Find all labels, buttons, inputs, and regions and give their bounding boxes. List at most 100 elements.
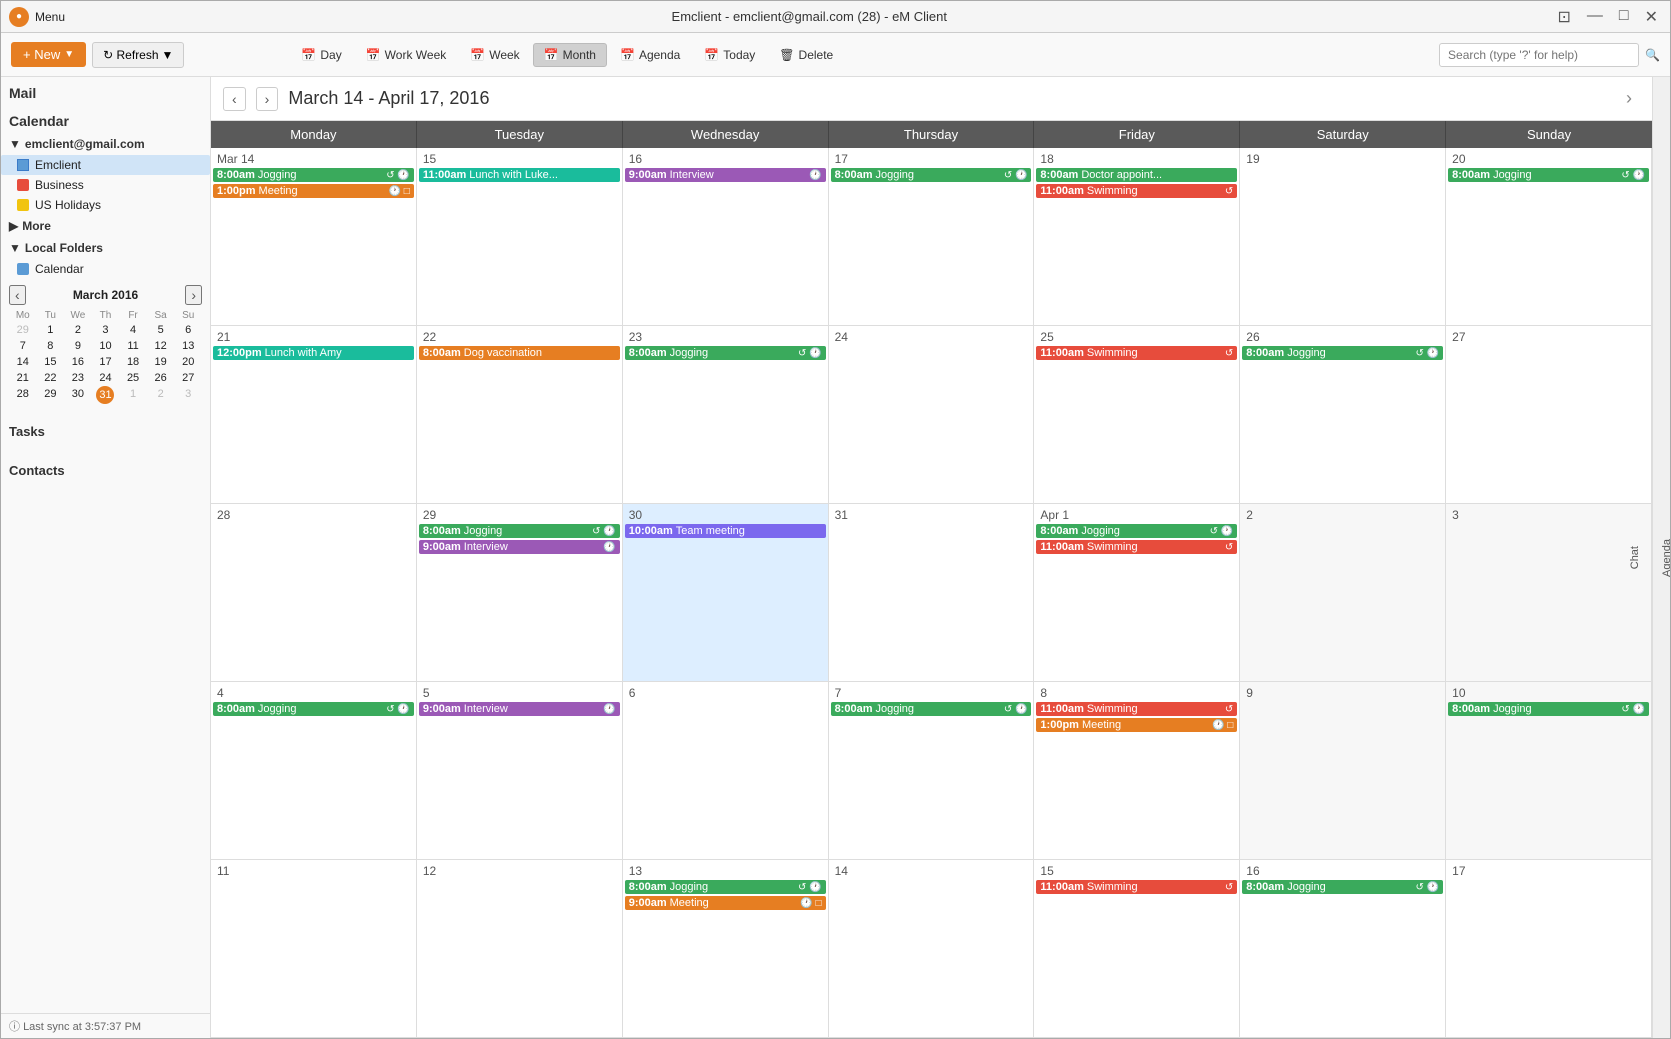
mini-cal-day[interactable]: 2: [64, 322, 92, 338]
cal-event[interactable]: 8:00amJogging↺ 🕐: [1448, 702, 1649, 716]
cal-event[interactable]: 8:00amJogging↺ 🕐: [1242, 880, 1443, 894]
local-folders-header[interactable]: ▼ Local Folders: [1, 237, 210, 259]
cal-event[interactable]: 8:00amDoctor appoint...: [1036, 168, 1237, 182]
mini-cal-day[interactable]: 11: [119, 338, 147, 354]
cal-cell[interactable]: 268:00amJogging↺ 🕐: [1240, 326, 1446, 504]
cal-event[interactable]: 8:00amJogging↺ 🕐: [1448, 168, 1649, 182]
month-view-button[interactable]: 📅 Month: [533, 43, 607, 67]
cal-cell[interactable]: Apr 18:00amJogging↺ 🕐11:00amSwimming↺: [1034, 504, 1240, 682]
cal-cell[interactable]: 17: [1446, 860, 1652, 1038]
cal-cell[interactable]: 108:00amJogging↺ 🕐: [1446, 682, 1652, 860]
cal-event[interactable]: 11:00amSwimming↺: [1036, 540, 1237, 554]
cal-cell[interactable]: 298:00amJogging↺ 🕐9:00amInterview🕐: [417, 504, 623, 682]
mini-cal-day[interactable]: 9: [64, 338, 92, 354]
cal-event[interactable]: 8:00amJogging↺ 🕐: [419, 524, 620, 538]
cal-cell[interactable]: 188:00amDoctor appoint...11:00amSwimming…: [1034, 148, 1240, 326]
mini-cal-day[interactable]: 17: [92, 354, 120, 370]
cal-cell[interactable]: 78:00amJogging↺ 🕐: [829, 682, 1035, 860]
week-view-button[interactable]: 📅 Week: [459, 43, 530, 67]
cal-event[interactable]: 8:00amJogging↺ 🕐: [1036, 524, 1237, 538]
account-group-header[interactable]: ▼ emclient@gmail.com: [1, 133, 210, 155]
sidebar-calendar-title[interactable]: Calendar: [1, 105, 210, 133]
cal-event[interactable]: 11:00amSwimming↺: [1036, 702, 1237, 716]
cal-cell[interactable]: 9: [1240, 682, 1446, 860]
cal-event[interactable]: 9:00amInterview🕐: [419, 702, 620, 716]
cal-cell[interactable]: 228:00amDog vaccination: [417, 326, 623, 504]
mini-cal-day[interactable]: 25: [119, 370, 147, 386]
cal-event[interactable]: 8:00amJogging↺ 🕐: [1242, 346, 1443, 360]
close-button[interactable]: ✕: [1641, 7, 1662, 27]
mini-cal-day[interactable]: 2: [147, 386, 175, 404]
cal-event[interactable]: 12:00pmLunch with Amy: [213, 346, 414, 360]
cal-cell[interactable]: 178:00amJogging↺ 🕐: [829, 148, 1035, 326]
cal-event[interactable]: 11:00amSwimming↺: [1036, 880, 1237, 894]
maximize-button[interactable]: □: [1615, 7, 1633, 27]
cal-event[interactable]: 11:00amSwimming↺: [1036, 346, 1237, 360]
cal-event[interactable]: 9:00amInterview🕐: [419, 540, 620, 554]
cal-cell[interactable]: 28: [211, 504, 417, 682]
mini-cal-day[interactable]: 26: [147, 370, 175, 386]
mini-cal-day[interactable]: 1: [119, 386, 147, 404]
mini-cal-day[interactable]: 21: [9, 370, 37, 386]
mini-cal-day[interactable]: 6: [174, 322, 202, 338]
search-icon[interactable]: 🔍: [1645, 48, 1660, 62]
agenda-panel[interactable]: Agenda: [1661, 531, 1671, 585]
sidebar-item-emclient[interactable]: Emclient: [1, 155, 210, 175]
mini-cal-day[interactable]: 7: [9, 338, 37, 354]
collapse-panel-button[interactable]: ›: [1618, 85, 1640, 112]
mini-cal-day[interactable]: 12: [147, 338, 175, 354]
minimize-button[interactable]: —: [1583, 7, 1607, 27]
cal-event[interactable]: 9:00amInterview🕐: [625, 168, 826, 182]
day-view-button[interactable]: 📅 Day: [290, 43, 352, 67]
mini-cal-next[interactable]: ›: [185, 285, 202, 305]
cal-cell[interactable]: 6: [623, 682, 829, 860]
more-group-header[interactable]: ▶ More: [1, 215, 210, 237]
mini-cal-day[interactable]: 23: [64, 370, 92, 386]
mini-cal-day[interactable]: 3: [174, 386, 202, 404]
cal-event[interactable]: 8:00amJogging↺ 🕐: [625, 346, 826, 360]
cal-event[interactable]: 1:00pmMeeting🕐 □: [1036, 718, 1237, 732]
mini-cal-day[interactable]: 16: [64, 354, 92, 370]
mini-cal-day[interactable]: 14: [9, 354, 37, 370]
cal-event[interactable]: 8:00amJogging↺ 🕐: [213, 702, 414, 716]
cal-next-button[interactable]: ›: [256, 87, 279, 111]
cal-cell[interactable]: 2511:00amSwimming↺: [1034, 326, 1240, 504]
mini-cal-day[interactable]: 27: [174, 370, 202, 386]
cal-prev-button[interactable]: ‹: [223, 87, 246, 111]
cal-cell[interactable]: 138:00amJogging↺ 🕐9:00amMeeting🕐 □: [623, 860, 829, 1038]
cal-cell[interactable]: 1511:00amLunch with Luke...: [417, 148, 623, 326]
cal-cell[interactable]: 12: [417, 860, 623, 1038]
mini-cal-day[interactable]: 3: [92, 322, 120, 338]
workweek-view-button[interactable]: 📅 Work Week: [355, 43, 458, 67]
cal-cell[interactable]: 19: [1240, 148, 1446, 326]
cal-cell[interactable]: 2112:00pmLunch with Amy: [211, 326, 417, 504]
mini-cal-day[interactable]: 24: [92, 370, 120, 386]
mini-cal-day[interactable]: 18: [119, 354, 147, 370]
cal-cell[interactable]: 11: [211, 860, 417, 1038]
search-input[interactable]: [1439, 43, 1639, 67]
sidebar-item-usholidays[interactable]: US Holidays: [1, 195, 210, 215]
sidebar-tasks[interactable]: Tasks: [1, 410, 210, 449]
cal-cell[interactable]: 24: [829, 326, 1035, 504]
agenda-view-button[interactable]: 📅 Agenda: [609, 43, 691, 67]
mini-cal-day[interactable]: 15: [37, 354, 65, 370]
mini-cal-day[interactable]: 5: [147, 322, 175, 338]
cal-cell[interactable]: 14: [829, 860, 1035, 1038]
cal-cell[interactable]: 238:00amJogging↺ 🕐: [623, 326, 829, 504]
help-icon[interactable]: ⊡: [1554, 7, 1575, 27]
chat-panel[interactable]: Chat: [1629, 538, 1641, 577]
sidebar-contacts[interactable]: Contacts: [1, 449, 210, 488]
cal-event[interactable]: 9:00amMeeting🕐 □: [625, 896, 826, 910]
mini-cal-day[interactable]: 28: [9, 386, 37, 404]
refresh-button[interactable]: ↻ Refresh ▼: [92, 42, 184, 68]
cal-cell[interactable]: 208:00amJogging↺ 🕐: [1446, 148, 1652, 326]
delete-button[interactable]: 🗑 Delete: [768, 43, 844, 67]
cal-cell[interactable]: 3010:00amTeam meeting: [623, 504, 829, 682]
cal-cell[interactable]: 59:00amInterview🕐: [417, 682, 623, 860]
cal-cell[interactable]: 3: [1446, 504, 1652, 682]
mini-cal-day-today[interactable]: 31: [96, 386, 114, 404]
cal-event[interactable]: 8:00amJogging↺ 🕐: [831, 168, 1032, 182]
today-button[interactable]: 📅 Today: [693, 43, 766, 67]
cal-event[interactable]: 11:00amLunch with Luke...: [419, 168, 620, 182]
cal-cell[interactable]: 811:00amSwimming↺1:00pmMeeting🕐 □: [1034, 682, 1240, 860]
